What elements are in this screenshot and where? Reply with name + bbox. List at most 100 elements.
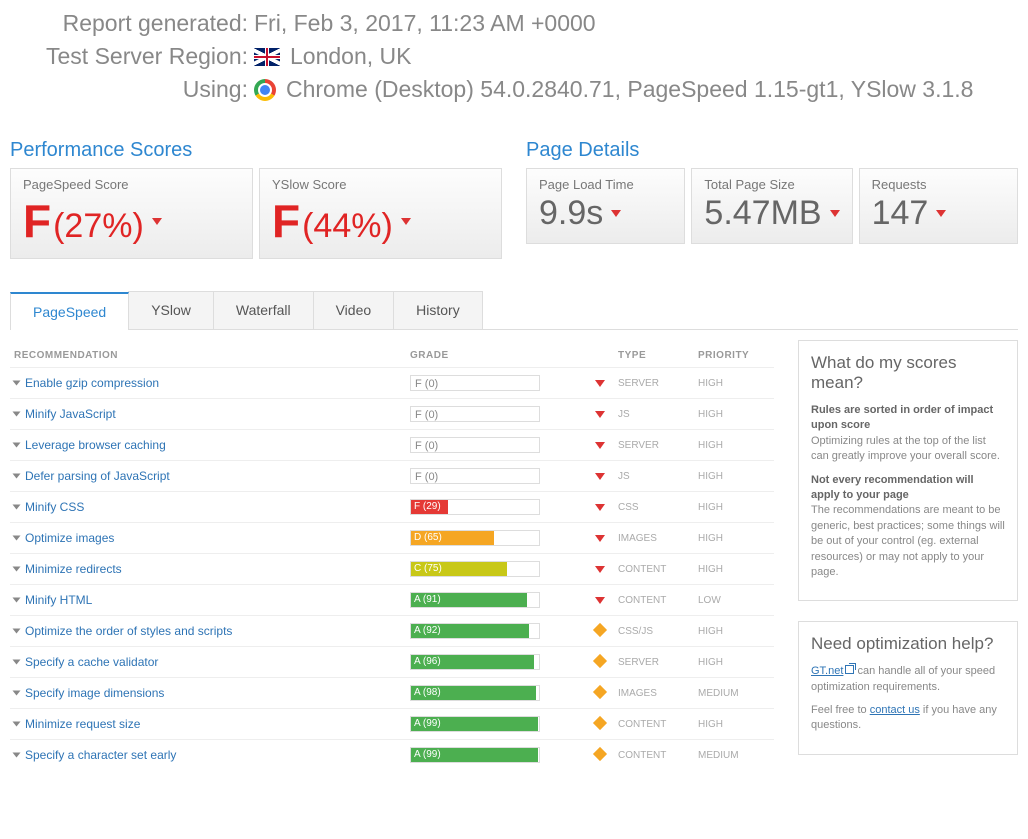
expand-toggle-icon[interactable] <box>13 505 21 510</box>
tab-yslow[interactable]: YSlow <box>128 291 214 329</box>
expand-toggle-icon[interactable] <box>13 722 21 727</box>
tab-pagespeed[interactable]: PageSpeed <box>10 292 129 330</box>
grade-bar: A (99) <box>410 716 540 732</box>
grade-bar: A (91) <box>410 592 540 608</box>
type-cell: JS <box>614 399 694 430</box>
opt-help-text2a: Feel free to <box>811 704 870 716</box>
recommendation-link[interactable]: Minify CSS <box>25 500 84 514</box>
table-row[interactable]: Minify CSS F (29) CSSHIGH <box>10 492 774 523</box>
expand-toggle-icon[interactable] <box>13 443 21 448</box>
table-row[interactable]: Minify JavaScriptF (0)JSHIGH <box>10 399 774 430</box>
priority-cell: HIGH <box>694 492 774 523</box>
table-row[interactable]: Specify image dimensionsA (98)IMAGESMEDI… <box>10 678 774 709</box>
pagespeed-pct: (27%) <box>53 207 144 246</box>
scores-help-title: What do my scores mean? <box>811 353 1005 393</box>
tab-video[interactable]: Video <box>313 291 395 329</box>
grade-bar: F (29) <box>410 499 540 515</box>
yslow-label: YSlow Score <box>272 177 489 192</box>
yslow-pct: (44%) <box>302 207 393 246</box>
chevron-down-icon <box>595 597 605 604</box>
expand-toggle-icon[interactable] <box>13 753 21 758</box>
recommendation-link[interactable]: Enable gzip compression <box>25 376 159 390</box>
recommendation-link[interactable]: Minify JavaScript <box>25 407 116 421</box>
grade-fill: C (75) <box>411 562 507 576</box>
external-link-icon <box>845 665 854 674</box>
recommendation-link[interactable]: Minimize redirects <box>25 562 122 576</box>
priority-cell: MEDIUM <box>694 678 774 709</box>
table-row[interactable]: Specify a character set earlyA (99)CONTE… <box>10 740 774 771</box>
expand-toggle-icon[interactable] <box>13 474 21 479</box>
uk-flag-icon <box>254 48 280 66</box>
scores-help-text1: Optimizing rules at the top of the list … <box>811 435 1000 462</box>
expand-toggle-icon[interactable] <box>13 629 21 634</box>
col-priority: PRIORITY <box>694 340 774 368</box>
chevron-down-icon <box>401 218 411 225</box>
expand-toggle-icon[interactable] <box>13 412 21 417</box>
table-row[interactable]: Specify a cache validator A (96) SERVERHIG… <box>10 647 774 678</box>
table-row[interactable]: Minify HTMLA (91)CONTENTLOW <box>10 585 774 616</box>
pagespeed-score-card[interactable]: PageSpeed Score F (27%) <box>10 168 253 259</box>
grade-bar: A (92) <box>410 623 540 639</box>
tab-bar: PageSpeedYSlowWaterfallVideoHistory <box>10 291 1018 330</box>
table-row[interactable]: Defer parsing of JavaScriptF (0)JSHIGH <box>10 461 774 492</box>
grade-bar: F (0) <box>410 437 540 453</box>
priority-cell: HIGH <box>694 647 774 678</box>
priority-cell: HIGH <box>694 430 774 461</box>
expand-toggle-icon[interactable] <box>13 567 21 572</box>
table-row[interactable]: Leverage browser cachingF (0)SERVERHIGH <box>10 430 774 461</box>
pagespeed-label: PageSpeed Score <box>23 177 240 192</box>
priority-cell: HIGH <box>694 368 774 399</box>
grade-fill: A (96) <box>411 655 534 669</box>
recommendation-link[interactable]: Optimize the order of styles and scripts <box>25 624 232 638</box>
recommendation-link[interactable]: Leverage browser caching <box>25 438 166 452</box>
expand-toggle-icon[interactable] <box>13 536 21 541</box>
expand-toggle-icon[interactable] <box>13 598 21 603</box>
grade-fill: F (29) <box>411 500 448 514</box>
page-size-card[interactable]: Total Page Size 5.47MB <box>691 168 852 244</box>
priority-cell: MEDIUM <box>694 740 774 771</box>
diamond-icon <box>593 654 607 668</box>
recommendation-link[interactable]: Specify a cache validator <box>25 655 158 669</box>
diamond-icon <box>593 685 607 699</box>
recommendation-link[interactable]: Specify image dimensions <box>25 686 164 700</box>
chevron-down-icon <box>152 218 162 225</box>
type-cell: CSS/JS <box>614 616 694 647</box>
priority-cell: HIGH <box>694 399 774 430</box>
table-row[interactable]: Minimize request sizeA (99)CONTENTHIGH <box>10 709 774 740</box>
type-cell: IMAGES <box>614 523 694 554</box>
recommendations-table: RECOMMENDATION GRADE TYPE PRIORITY Enabl… <box>10 340 774 770</box>
type-cell: SERVER <box>614 647 694 678</box>
recommendation-link[interactable]: Specify a character set early <box>25 748 176 762</box>
expand-toggle-icon[interactable] <box>13 660 21 665</box>
grade-fill: A (99) <box>411 717 538 731</box>
contact-us-link[interactable]: contact us <box>870 704 920 716</box>
chevron-down-icon <box>595 442 605 449</box>
requests-card[interactable]: Requests 147 <box>859 168 1018 244</box>
gtnet-link[interactable]: GT.net <box>811 665 843 677</box>
table-row[interactable]: Enable gzip compressionF (0)SERVERHIGH <box>10 368 774 399</box>
generated-value: Fri, Feb 3, 2017, 11:23 AM +0000 <box>254 10 596 37</box>
grade-fill: D (65) <box>411 531 494 545</box>
load-time-card[interactable]: Page Load Time 9.9s <box>526 168 685 244</box>
expand-toggle-icon[interactable] <box>13 691 21 696</box>
tab-history[interactable]: History <box>393 291 483 329</box>
recommendation-link[interactable]: Defer parsing of JavaScript <box>25 469 170 483</box>
load-time-value: 9.9s <box>539 194 603 233</box>
tab-waterfall[interactable]: Waterfall <box>213 291 314 329</box>
recommendation-link[interactable]: Minify HTML <box>25 593 92 607</box>
requests-label: Requests <box>872 177 1005 192</box>
recommendation-link[interactable]: Optimize images <box>25 531 114 545</box>
recommendation-link[interactable]: Minimize request size <box>25 717 140 731</box>
type-cell: CSS <box>614 492 694 523</box>
expand-toggle-icon[interactable] <box>13 381 21 386</box>
yslow-score-card[interactable]: YSlow Score F (44%) <box>259 168 502 259</box>
priority-cell: LOW <box>694 585 774 616</box>
table-row[interactable]: Optimize imagesD (65)IMAGESHIGH <box>10 523 774 554</box>
chevron-down-icon <box>595 473 605 480</box>
table-row[interactable]: Minimize redirectsC (75)CONTENTHIGH <box>10 554 774 585</box>
col-type: TYPE <box>614 340 694 368</box>
requests-value: 147 <box>872 194 929 233</box>
grade-fill: A (91) <box>411 593 527 607</box>
page-size-label: Total Page Size <box>704 177 839 192</box>
table-row[interactable]: Optimize the order of styles and scripts… <box>10 616 774 647</box>
